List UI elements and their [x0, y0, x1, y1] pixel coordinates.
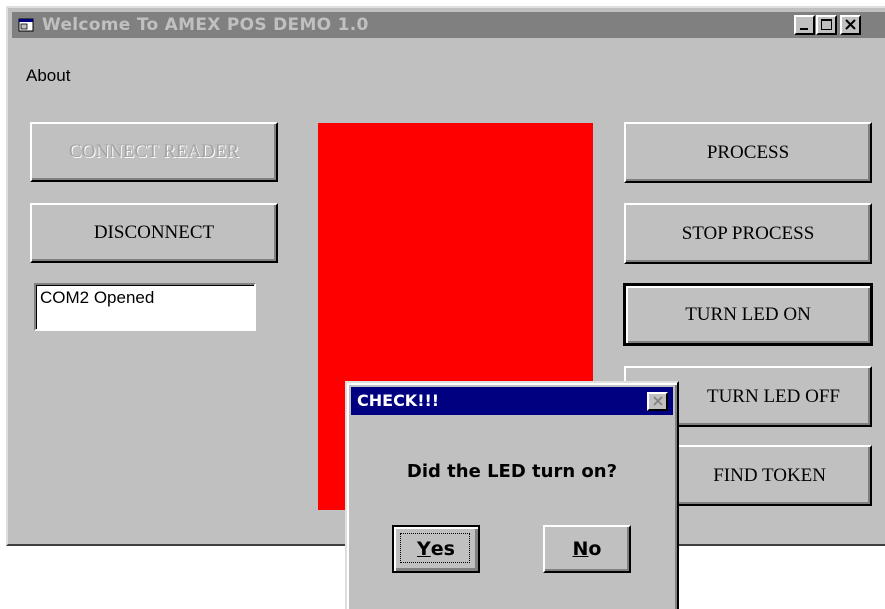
dialog-titlebar[interactable]: CHECK!!!: [351, 387, 673, 415]
turn-led-on-button[interactable]: TURN LED ON: [623, 283, 873, 346]
process-button[interactable]: PROCESS: [624, 122, 872, 183]
stop-process-button[interactable]: STOP PROCESS: [624, 203, 872, 264]
connect-reader-button[interactable]: CONNECT READER: [30, 122, 278, 182]
app-window-icon: [18, 18, 34, 32]
yes-button[interactable]: Yes: [392, 525, 480, 573]
status-field[interactable]: COM2 Opened: [34, 283, 256, 331]
dialog-title: CHECK!!!: [357, 391, 440, 410]
close-button[interactable]: [840, 15, 861, 35]
close-icon: [653, 396, 663, 406]
window-title: Welcome To AMEX POS DEMO 1.0: [42, 15, 369, 35]
close-icon: [845, 19, 856, 30]
minimize-button[interactable]: [794, 15, 815, 35]
no-mnemonic: N: [572, 538, 589, 560]
disconnect-button[interactable]: DISCONNECT: [30, 203, 278, 263]
menu-about[interactable]: About: [26, 66, 70, 86]
main-titlebar[interactable]: Welcome To AMEX POS DEMO 1.0: [12, 12, 885, 38]
no-button[interactable]: No: [543, 525, 631, 573]
focus-ring: [400, 533, 470, 563]
no-label: o: [588, 538, 602, 560]
dialog-close-button[interactable]: [647, 392, 668, 411]
maximize-icon: [821, 19, 832, 30]
maximize-button[interactable]: [816, 15, 837, 35]
minimize-icon: [800, 28, 808, 30]
dialog-message: Did the LED turn on?: [406, 461, 618, 482]
confirm-dialog: CHECK!!! Did the LED turn on? Yes No: [345, 381, 679, 609]
